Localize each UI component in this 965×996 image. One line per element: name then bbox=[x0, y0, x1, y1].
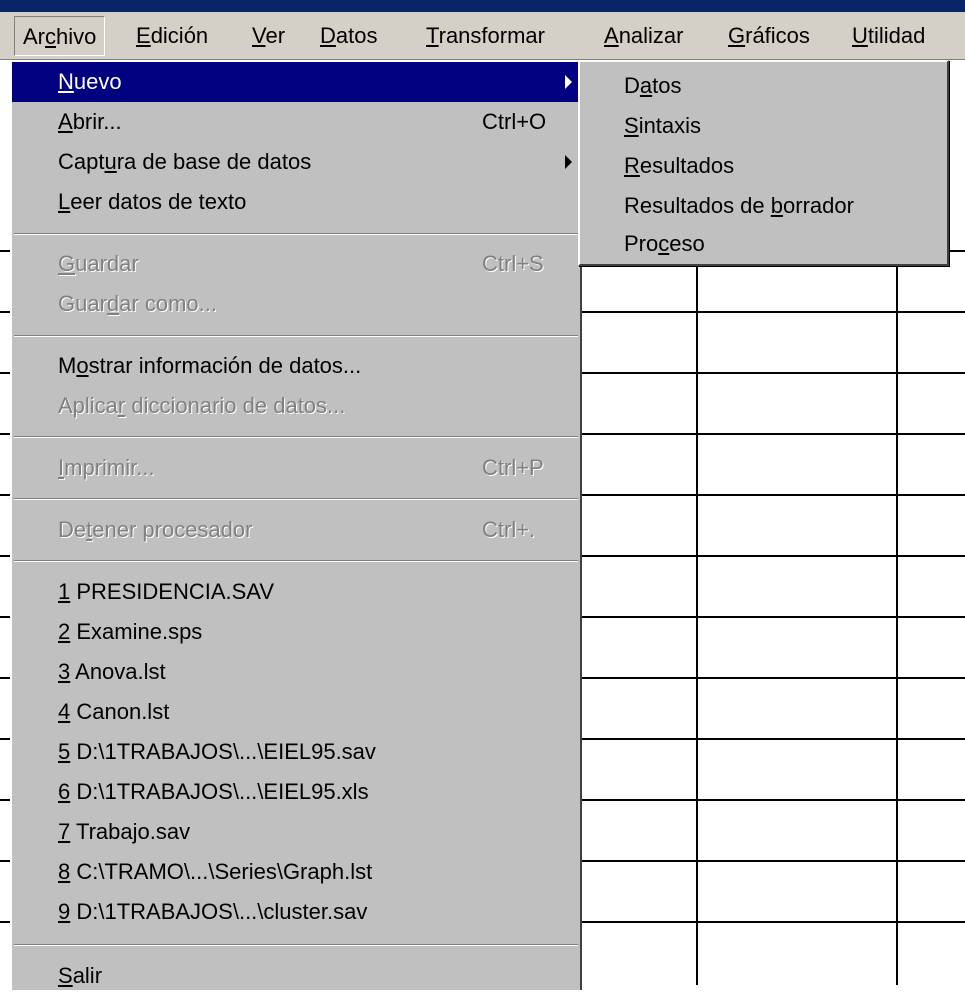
submenu-arrow-icon bbox=[565, 155, 572, 169]
menu-item-recent-file-9[interactable]: 9 D:\1TRABAJOS\...\cluster.sav bbox=[12, 892, 580, 932]
menu-item-recent-file-3[interactable]: 3 Anova.lst bbox=[12, 652, 580, 692]
menu-edicion[interactable]: Edición bbox=[128, 16, 216, 56]
menu-item-captura-base-datos[interactable]: Captura de base de datos bbox=[12, 142, 580, 182]
menu-utilidades[interactable]: Utilidad bbox=[844, 16, 933, 56]
archivo-dropdown-menu: Nuevo Abrir... Ctrl+O Captura de base de… bbox=[10, 60, 582, 990]
shortcut-label: Ctrl+P bbox=[482, 455, 544, 480]
menu-item-imprimir: Imprimir... Ctrl+P bbox=[12, 448, 580, 488]
menu-item-mostrar-informacion[interactable]: Mostrar información de datos... bbox=[12, 346, 580, 386]
menu-separator bbox=[14, 436, 578, 438]
menu-separator bbox=[14, 560, 578, 562]
menu-ver[interactable]: Ver bbox=[244, 16, 293, 56]
submenu-item-resultados[interactable]: Resultados bbox=[580, 146, 947, 186]
menu-item-recent-file-8[interactable]: 8 C:\TRAMO\...\Series\Graph.lst bbox=[12, 852, 580, 892]
menu-item-recent-file-7[interactable]: 7 Trabajo.sav bbox=[12, 812, 580, 852]
submenu-item-sintaxis[interactable]: Sintaxis bbox=[580, 106, 947, 146]
menu-separator bbox=[14, 335, 578, 337]
nuevo-submenu: Datos Sintaxis Resultados Resultados de … bbox=[578, 60, 949, 266]
submenu-arrow-icon bbox=[565, 75, 572, 89]
menu-transformar[interactable]: Transformar bbox=[418, 16, 553, 56]
menu-separator bbox=[14, 498, 578, 500]
menu-item-guardar: Guardar Ctrl+S bbox=[12, 244, 580, 284]
menu-archivo[interactable]: Archivo bbox=[14, 16, 106, 56]
submenu-item-resultados-borrador[interactable]: Resultados de borrador bbox=[580, 186, 947, 226]
menu-item-leer-datos-texto[interactable]: Leer datos de texto bbox=[12, 182, 580, 222]
menu-item-aplicar-diccionario: Aplicar diccionario de datos... bbox=[58, 393, 346, 418]
menu-item-recent-file-5[interactable]: 5 D:\1TRABAJOS\...\EIEL95.sav bbox=[12, 732, 580, 772]
menu-datos[interactable]: Datos bbox=[312, 16, 385, 56]
menu-item-nuevo[interactable]: Nuevo bbox=[12, 62, 580, 102]
submenu-item-proceso[interactable]: Proceso bbox=[580, 224, 947, 264]
shortcut-label: Ctrl+O bbox=[482, 109, 547, 134]
menu-item-salir[interactable]: Salir bbox=[12, 956, 580, 996]
menu-graficos[interactable]: Gráficos bbox=[720, 16, 818, 56]
shortcut-label: Ctrl+. bbox=[482, 517, 536, 542]
menu-item-recent-file-6[interactable]: 6 D:\1TRABAJOS\...\EIEL95.xls bbox=[12, 772, 580, 812]
menu-item-abrir[interactable]: Abrir... Ctrl+O bbox=[12, 102, 580, 142]
menu-item-recent-file-2[interactable]: 2 Examine.sps bbox=[12, 612, 580, 652]
menu-separator bbox=[14, 233, 578, 235]
menu-item-detener-procesador: Detener procesador Ctrl+. bbox=[12, 510, 580, 550]
menu-analizar[interactable]: Analizar bbox=[596, 16, 692, 56]
menu-separator bbox=[14, 944, 578, 946]
title-bar-strip bbox=[0, 0, 965, 12]
menu-item-recent-file-1[interactable]: 1 PRESIDENCIA.SAV bbox=[12, 572, 580, 612]
menu-item-recent-file-4[interactable]: 4 Canon.lst bbox=[12, 692, 580, 732]
menu-item-guardar-como: Guardar como... bbox=[58, 291, 217, 316]
submenu-item-datos[interactable]: Datos bbox=[580, 66, 947, 106]
shortcut-label: Ctrl+S bbox=[482, 251, 544, 276]
menu-bar: Archivo Edición Ver Datos Transformar An… bbox=[0, 12, 965, 60]
